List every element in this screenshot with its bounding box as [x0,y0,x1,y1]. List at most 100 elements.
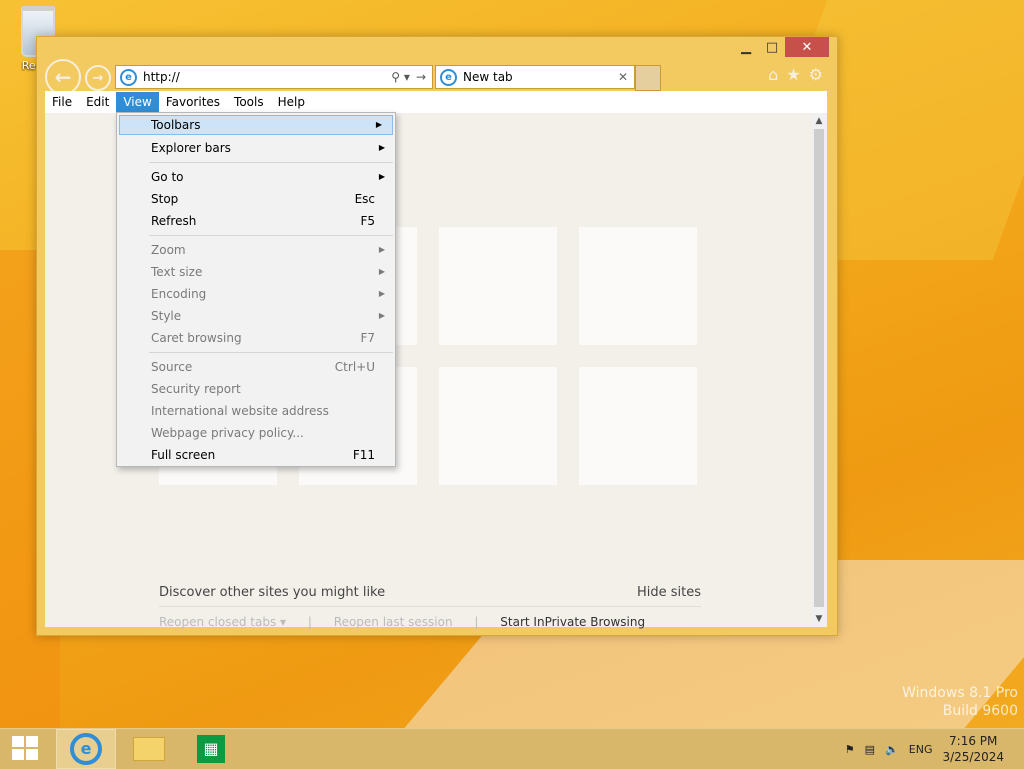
watermark-edition: Windows 8.1 Pro [902,685,1018,701]
menu-item-label: Refresh [151,214,197,228]
view-menu-item-text-size: Text size ▶ [117,261,395,283]
maximize-button[interactable]: □ [759,37,785,57]
tab-title: New tab [463,70,513,84]
view-menu-item-webpage-privacy-policy: Webpage privacy policy... [117,422,395,444]
menu-item-label: Toolbars [151,118,201,132]
menu-item-label: International website address [151,404,329,418]
menu-item-label: Encoding [151,287,207,301]
search-icon[interactable]: ⚲ ▾ [391,70,410,84]
file-explorer-icon [133,737,165,761]
scroll-thumb[interactable] [814,129,824,607]
site-tile[interactable] [579,367,697,485]
view-menu-dropdown: Toolbars ▶ Explorer bars ▶ Go to ▶ Stop Esc Refr… [116,112,396,467]
hide-sites-link[interactable]: Hide sites [637,585,701,600]
menu-item-shortcut: Esc [354,192,375,206]
back-button[interactable]: ← [45,59,81,95]
bottom-links: Reopen closed tabs ▾ | Reopen last sessi… [159,615,663,629]
new-tab-button[interactable] [635,65,661,91]
ie-page-icon: e [120,68,137,86]
scroll-up-icon[interactable]: ▲ [811,113,827,129]
menu-item-shortcut: F7 [360,331,375,345]
site-tile[interactable] [439,227,557,345]
menu-item-label: Caret browsing [151,331,242,345]
submenu-arrow-icon: ▶ [378,143,385,152]
view-menu-item-full-screen[interactable]: Full screen F11 [117,444,395,466]
menu-separator [149,162,393,163]
view-menu-item-source: Source Ctrl+U [117,356,395,378]
menu-bar: File Edit View Favorites Tools Help [45,91,827,113]
link-separator: | [307,615,312,629]
forward-button[interactable]: → [85,65,111,91]
favorites-star-icon[interactable]: ★ [786,65,800,84]
site-tile[interactable] [439,367,557,485]
language-indicator[interactable]: ENG [909,743,933,756]
menu-item-label: Full screen [151,448,216,462]
view-menu-item-stop[interactable]: Stop Esc [117,188,395,210]
discover-text: Discover other sites you might like [159,585,386,600]
view-menu-item-caret-browsing: Caret browsing F7 [117,327,395,349]
view-menu-item-refresh[interactable]: Refresh F5 [117,210,395,232]
menu-item-label: Zoom [151,243,186,257]
view-menu-item-style: Style ▶ [117,305,395,327]
address-bar[interactable]: e http:// ⚲ ▾ → [115,65,433,89]
menu-item-shortcut: F5 [360,214,375,228]
menu-item-label: Security report [151,382,241,396]
view-menu-item-international-website-address: International website address [117,400,395,422]
toolbar-right: ⌂ ★ ⚙ [768,65,823,84]
clock[interactable]: 7:16 PM 3/25/2024 [942,733,1004,765]
clock-time: 7:16 PM [949,734,998,748]
flag-icon[interactable]: ⚑ [845,743,855,756]
store-icon: ▦ [197,735,225,763]
menu-item-label: Style [151,309,182,323]
discover-bar: Discover other sites you might like Hide… [159,585,701,607]
menu-item-shortcut: F11 [352,448,375,462]
view-menu-item-explorer-bars[interactable]: Explorer bars ▶ [117,137,395,159]
tab-new-tab[interactable]: e New tab ✕ [435,65,635,89]
minimize-button[interactable]: ▁ [733,37,759,57]
menu-separator [149,352,393,353]
menu-item-label: Text size [151,265,203,279]
menu-help[interactable]: Help [271,92,312,112]
address-text[interactable]: http:// [143,70,391,84]
reopen-closed-tabs-link[interactable]: Reopen closed tabs ▾ [159,615,286,629]
window-caption-buttons: ▁ □ ✕ [733,37,829,57]
network-icon[interactable]: ▤ [865,743,875,756]
clock-date: 3/25/2024 [942,750,1004,764]
menu-item-label: Stop [151,192,179,206]
view-menu-item-encoding: Encoding ▶ [117,283,395,305]
menu-item-label: Source [151,360,193,374]
start-button[interactable] [12,736,42,762]
menu-tools[interactable]: Tools [227,92,271,112]
internet-explorer-icon: e [70,733,102,765]
reopen-last-session-link[interactable]: Reopen last session [334,615,453,629]
tab-close-icon[interactable]: ✕ [618,70,628,84]
taskbar-ie-button[interactable]: e [56,729,116,769]
submenu-arrow-icon: ▶ [378,172,385,181]
view-menu-item-go-to[interactable]: Go to ▶ [117,166,395,188]
watermark-build: Build 9600 [942,703,1018,719]
gear-icon[interactable]: ⚙ [809,65,823,84]
menu-item-label: Explorer bars [151,141,231,155]
taskbar-explorer-button[interactable] [120,730,178,768]
submenu-arrow-icon: ▶ [378,311,385,320]
volume-muted-icon[interactable]: 🔈 [885,743,899,756]
close-button[interactable]: ✕ [785,37,829,57]
scroll-down-icon[interactable]: ▼ [811,611,827,627]
view-menu-item-zoom: Zoom ▶ [117,239,395,261]
inprivate-link[interactable]: Start InPrivate Browsing [500,615,645,629]
home-icon[interactable]: ⌂ [768,65,778,84]
menu-separator [149,235,393,236]
site-tile[interactable] [579,227,697,345]
menu-file[interactable]: File [45,92,79,112]
menu-edit[interactable]: Edit [79,92,116,112]
submenu-arrow-icon: ▶ [378,289,385,298]
taskbar-store-button[interactable]: ▦ [182,730,240,768]
menu-favorites[interactable]: Favorites [159,92,227,112]
menu-view[interactable]: View [116,92,159,112]
vertical-scrollbar[interactable]: ▲ ▼ [811,113,827,627]
windows-watermark: Windows 8.1 Pro Build 9600 [902,684,1018,720]
view-menu-item-toolbars[interactable]: Toolbars ▶ [119,115,393,135]
system-tray: ⚑ ▤ 🔈 ENG 7:16 PM 3/25/2024 [845,733,1004,765]
go-arrow-icon[interactable]: → [416,70,426,84]
submenu-arrow-icon: ▶ [378,267,385,276]
